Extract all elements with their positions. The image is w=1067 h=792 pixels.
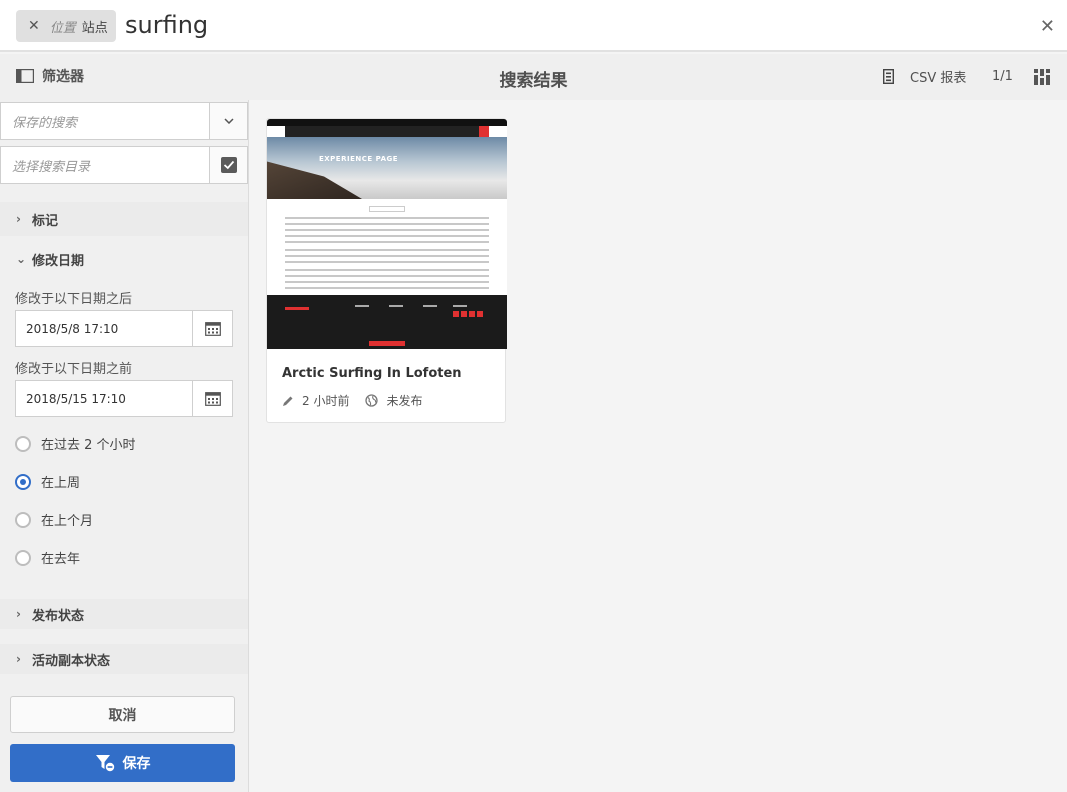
thumb-text-line	[285, 223, 489, 225]
radio-label: 在过去 2 个小时	[41, 438, 136, 453]
thumb-footer-logo	[285, 307, 309, 310]
publish-status: 未发布	[386, 394, 423, 408]
thumb-text-line	[285, 217, 489, 219]
result-count: 1/1	[992, 69, 1013, 84]
close-icon[interactable]: ✕	[1040, 16, 1055, 37]
section-modified-date[interactable]: ⌄ 修改日期	[0, 247, 248, 271]
thumb-footer	[267, 295, 507, 349]
thumb-text-line	[285, 241, 489, 243]
thumb-footer-column	[355, 305, 369, 307]
radio-button-selected[interactable]	[15, 473, 31, 490]
radio-last-week[interactable]: 在上周	[15, 472, 80, 491]
result-card[interactable]: EXPERIENCE PAGE Arctic Surfing In Lofote…	[266, 118, 507, 423]
radio-last-year[interactable]: 在去年	[15, 548, 80, 567]
filter-sidebar: 保存的搜索 选择搜索目录 › 标记 ⌄ 修改日期 修改于以下日期之后 2018/…	[0, 100, 249, 792]
thumb-topbar	[267, 119, 507, 126]
csv-label: CSV 报表	[910, 71, 967, 86]
tag-key: 位置	[49, 20, 76, 36]
publish-label: 发布状态	[32, 608, 85, 624]
after-date-label: 修改于以下日期之后	[15, 292, 133, 307]
thumb-footer-column	[423, 305, 437, 307]
tag-value: 站点	[81, 20, 108, 36]
radio-button[interactable]	[15, 435, 31, 452]
saved-search-select[interactable]: 保存的搜索	[0, 102, 248, 140]
after-date-value: 2018/5/8 17:10	[26, 321, 119, 336]
cancel-button[interactable]: 取消	[10, 696, 235, 733]
calendar-icon[interactable]	[192, 311, 232, 346]
before-date-input[interactable]: 2018/5/15 17:10	[15, 380, 233, 417]
thumb-tabs	[369, 206, 405, 212]
thumb-text-line	[285, 255, 489, 257]
modified-date-panel: ⌄ 修改日期 修改于以下日期之后 2018/5/8 17:10 修改于以下日期之…	[0, 237, 248, 591]
radio-last-2-hours[interactable]: 在过去 2 个小时	[15, 434, 136, 453]
calendar-icon[interactable]	[192, 381, 232, 416]
chevron-down-icon[interactable]	[209, 103, 247, 139]
thumb-social-icon	[453, 311, 459, 317]
radio-last-month[interactable]: 在上个月	[15, 510, 93, 529]
radio-button[interactable]	[15, 549, 31, 566]
radio-label: 在去年	[41, 552, 81, 567]
pencil-icon	[283, 396, 293, 406]
radio-label: 在上个月	[41, 514, 94, 529]
thumb-text-line	[285, 261, 489, 263]
save-label: 保存	[122, 756, 151, 772]
card-title: Arctic Surfing In Lofoten	[282, 366, 462, 381]
thumb-footer-column	[389, 305, 403, 307]
livecopy-label: 活动副本状态	[32, 653, 111, 669]
search-input[interactable]: surfing	[125, 11, 208, 39]
thumb-hero-title: EXPERIENCE PAGE	[319, 155, 399, 163]
chevron-down-icon: ⌄	[16, 252, 27, 266]
thumb-footer-column	[453, 305, 467, 307]
thumb-footer-button	[369, 341, 405, 346]
catalog-select-checkbox[interactable]	[209, 147, 247, 183]
before-date-label: 修改于以下日期之前	[15, 362, 133, 377]
after-date-input[interactable]: 2018/5/8 17:10	[15, 310, 233, 347]
card-meta: 2 小时前 未发布	[282, 392, 422, 409]
view-switcher-icon[interactable]	[1034, 69, 1050, 89]
thumb-text-line	[285, 281, 489, 283]
thumb-menu-accent	[479, 126, 489, 137]
save-button[interactable]: 保存	[10, 744, 235, 782]
thumb-menu	[285, 126, 489, 137]
thumb-social-icon	[469, 311, 475, 317]
radio-button[interactable]	[15, 511, 31, 528]
csv-report-button[interactable]: CSV 报表	[883, 67, 966, 86]
tags-label: 标记	[32, 213, 59, 229]
search-bar: ✕ 位置 站点 surfing ✕	[0, 0, 1067, 52]
thumb-social-icon	[477, 311, 483, 317]
thumb-text-line	[285, 287, 489, 289]
section-publish-status[interactable]: › 发布状态	[0, 599, 248, 629]
sidebar-icon	[16, 69, 34, 83]
modified-label: 修改日期	[32, 253, 85, 269]
thumb-text-line	[285, 275, 489, 277]
saved-search-placeholder: 保存的搜索	[12, 115, 78, 131]
search-catalog-field[interactable]: 选择搜索目录	[0, 146, 248, 184]
thumb-text-line	[285, 269, 489, 271]
save-filter-icon	[95, 755, 114, 772]
page-thumbnail: EXPERIENCE PAGE	[267, 119, 507, 349]
filter-toggle-button[interactable]: 筛选器	[16, 66, 84, 86]
report-icon	[883, 69, 894, 84]
catalog-placeholder: 选择搜索目录	[12, 159, 91, 175]
thumb-social-icon	[461, 311, 467, 317]
radio-label: 在上周	[41, 476, 81, 491]
checkbox-icon	[220, 157, 237, 173]
thumb-text-line	[285, 235, 489, 237]
thumb-text-line	[285, 229, 489, 231]
section-tags[interactable]: › 标记	[0, 202, 248, 236]
modified-time: 2 小时前	[302, 394, 350, 408]
filter-label: 筛选器	[42, 69, 84, 85]
remove-tag-icon[interactable]: ✕	[28, 18, 40, 34]
globe-icon	[365, 394, 379, 407]
results-header: 筛选器 搜索结果 CSV 报表 1/1	[0, 54, 1067, 100]
before-date-value: 2018/5/15 17:10	[26, 391, 126, 406]
location-filter-tag[interactable]: ✕ 位置 站点	[16, 10, 116, 42]
chevron-right-icon: ›	[16, 607, 21, 621]
thumb-text-line	[285, 249, 489, 251]
chevron-right-icon: ›	[16, 212, 21, 226]
chevron-right-icon: ›	[16, 652, 21, 666]
section-live-copy-status[interactable]: › 活动副本状态	[0, 644, 248, 674]
